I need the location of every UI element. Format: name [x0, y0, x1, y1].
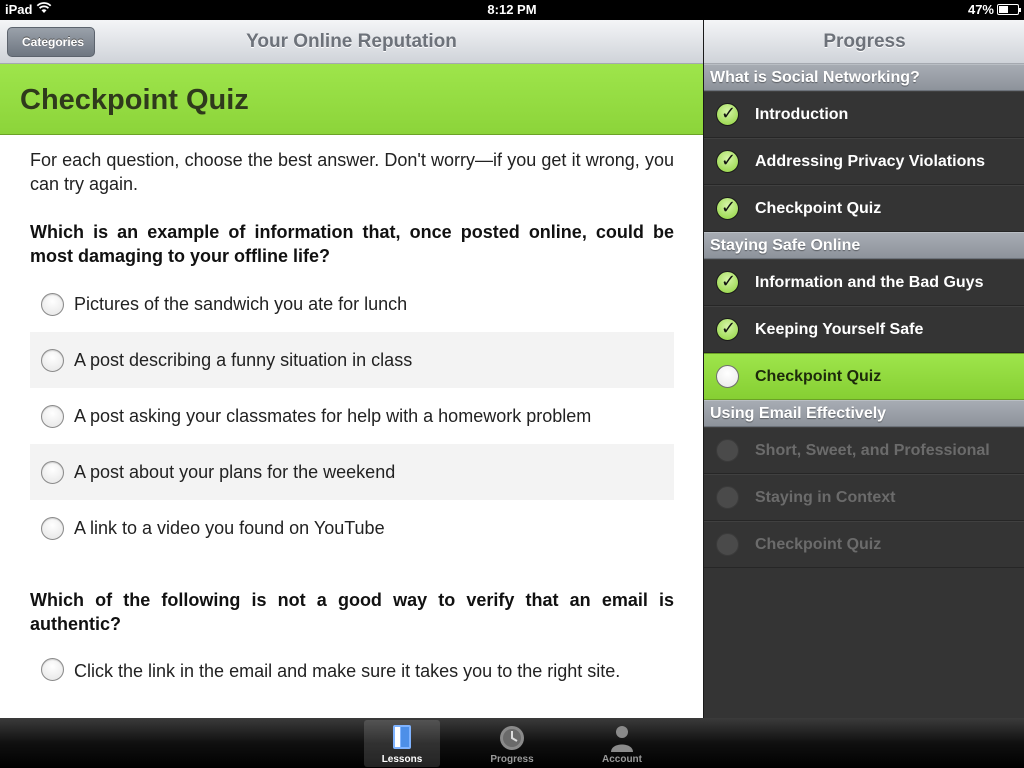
- progress-item-current[interactable]: Checkpoint Quiz: [704, 353, 1024, 400]
- option-label: A link to a video you found on YouTube: [74, 517, 385, 538]
- option-label: Click the link in the email and make sur…: [74, 661, 621, 681]
- person-icon: [608, 723, 636, 753]
- radio-button[interactable]: [41, 293, 64, 316]
- progress-pane: Progress What is Social Networking? Intr…: [703, 20, 1024, 718]
- quiz-header: Checkpoint Quiz: [0, 64, 703, 135]
- question-2-options: Click the link in the email and make sur…: [30, 644, 674, 718]
- quiz-intro: For each question, choose the best answe…: [30, 150, 674, 194]
- answer-option[interactable]: A post about your plans for the weekend: [30, 444, 674, 500]
- battery-icon: [997, 4, 1021, 15]
- progress-title: Progress: [823, 31, 906, 52]
- progress-item-locked: Staying in Context: [704, 474, 1024, 521]
- radio-button[interactable]: [41, 461, 64, 484]
- battery-percent: 47%: [967, 2, 994, 17]
- progress-list: What is Social Networking? Introduction …: [704, 64, 1024, 568]
- progress-item-label: Introduction: [755, 106, 849, 123]
- lesson-nav-bar: Categories Your Online Reputation: [0, 20, 703, 64]
- answer-option[interactable]: A link to a video you found on YouTube: [30, 500, 674, 556]
- status-bar: iPad 8:12 PM 47%: [0, 0, 1024, 20]
- locked-circle-icon: [716, 439, 739, 462]
- progress-item-label: Checkpoint Quiz: [755, 368, 882, 385]
- lesson-title: Your Online Reputation: [246, 31, 457, 52]
- check-icon: [716, 138, 739, 183]
- radio-button[interactable]: [41, 658, 64, 681]
- tab-label: Account: [602, 754, 642, 765]
- radio-button[interactable]: [41, 517, 64, 540]
- option-label: Pictures of the sandwich you ate for lun…: [74, 293, 408, 314]
- tab-progress[interactable]: Progress: [474, 720, 550, 767]
- progress-item-locked: Checkpoint Quiz: [704, 521, 1024, 568]
- progress-item[interactable]: Information and the Bad Guys: [704, 259, 1024, 306]
- option-label: A post describing a funny situation in c…: [74, 349, 413, 370]
- empty-circle-icon: [716, 365, 739, 388]
- check-icon: [716, 259, 739, 304]
- progress-item-label: Short, Sweet, and Professional: [755, 442, 990, 459]
- lessons-icon: [388, 723, 416, 753]
- question-1-options: Pictures of the sandwich you ate for lun…: [30, 276, 674, 556]
- tab-label: Progress: [490, 754, 534, 765]
- locked-circle-icon: [716, 486, 739, 509]
- radio-button[interactable]: [41, 405, 64, 428]
- section-header: Staying Safe Online: [704, 232, 1024, 259]
- answer-option[interactable]: A post describing a funny situation in c…: [30, 332, 674, 388]
- progress-item-locked: Short, Sweet, and Professional: [704, 427, 1024, 474]
- tab-account[interactable]: Account: [584, 720, 660, 767]
- clock-icon: [498, 723, 526, 753]
- check-icon: [716, 91, 739, 136]
- progress-item-label: Staying in Context: [755, 489, 896, 506]
- option-label: A post about your plans for the weekend: [74, 461, 396, 482]
- progress-item-label: Checkpoint Quiz: [755, 536, 882, 553]
- check-icon: [716, 185, 739, 230]
- progress-item[interactable]: Introduction: [704, 91, 1024, 138]
- question-2: Which of the following is not a good way…: [30, 590, 674, 634]
- section-header: Using Email Effectively: [704, 400, 1024, 427]
- quiz-content: For each question, choose the best answe…: [30, 148, 674, 718]
- locked-circle-icon: [716, 533, 739, 556]
- quiz-heading: Checkpoint Quiz: [20, 84, 249, 116]
- progress-item[interactable]: Addressing Privacy Violations: [704, 138, 1024, 185]
- progress-item-label: Addressing Privacy Violations: [755, 153, 986, 170]
- progress-nav-bar: Progress: [704, 20, 1024, 64]
- section-header: What is Social Networking?: [704, 64, 1024, 91]
- progress-item-label: Checkpoint Quiz: [755, 200, 882, 217]
- status-time: 8:12 PM: [487, 2, 537, 17]
- progress-item[interactable]: Keeping Yourself Safe: [704, 306, 1024, 353]
- tab-bar: Lessons Progress Account: [0, 718, 1024, 768]
- option-label: A post asking your classmates for help w…: [74, 405, 592, 426]
- progress-item-label: Information and the Bad Guys: [755, 274, 984, 291]
- tab-label: Lessons: [381, 754, 423, 765]
- answer-option[interactable]: Click the link in the email and make sur…: [30, 644, 674, 718]
- radio-button[interactable]: [41, 349, 64, 372]
- question-1: Which is an example of information that,…: [30, 222, 674, 266]
- progress-item-label: Keeping Yourself Safe: [755, 321, 924, 338]
- answer-option[interactable]: A post asking your classmates for help w…: [30, 388, 674, 444]
- answer-option[interactable]: Pictures of the sandwich you ate for lun…: [30, 276, 674, 332]
- lesson-pane: Categories Your Online Reputation Checkp…: [0, 20, 703, 718]
- tab-lessons[interactable]: Lessons: [364, 720, 440, 767]
- progress-item[interactable]: Checkpoint Quiz: [704, 185, 1024, 232]
- check-icon: [716, 306, 739, 351]
